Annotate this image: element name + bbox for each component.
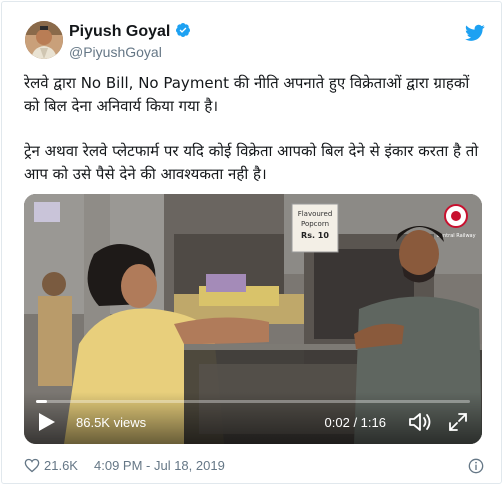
tweet-paragraph-1: रेलवे द्वारा No Bill, No Payment की नीति…: [24, 74, 470, 115]
author-handle[interactable]: @PiyushGoyal: [69, 44, 162, 60]
author-name-row: Piyush Goyal: [69, 22, 191, 42]
progress-bar[interactable]: [36, 400, 470, 403]
sign-text-1: Flavoured: [298, 210, 333, 218]
tweet-timestamp[interactable]: 4:09 PM - Jul 18, 2019: [94, 458, 225, 473]
view-count: 86.5K views: [76, 415, 147, 430]
avatar[interactable]: [25, 21, 63, 59]
tweet-paragraph-2: ट्रेन अथवा रेलवे प्लेटफार्म पर यदि कोई व…: [24, 142, 479, 183]
tweet-text: रेलवे द्वारा No Bill, No Payment की नीति…: [24, 72, 484, 186]
tweet-card: Piyush Goyal @PiyushGoyal रेलवे द्वारा N…: [1, 1, 502, 484]
tweet-header: Piyush Goyal @PiyushGoyal: [22, 19, 487, 65]
verified-badge-icon: [170, 22, 191, 42]
video-player[interactable]: Flavoured Popcorn Rs. 10 Central Railway: [24, 194, 482, 444]
video-time: 0:02 / 1:16: [324, 415, 386, 430]
tweet-footer: 21.6K 4:09 PM - Jul 18, 2019: [24, 457, 484, 477]
video-controls: 86.5K views 0:02 / 1:16: [24, 392, 482, 444]
sign-text-2: Popcorn: [301, 220, 329, 228]
progress-fill: [36, 400, 48, 403]
author-name[interactable]: Piyush Goyal: [69, 23, 170, 41]
sign-text-3: Rs. 10: [301, 231, 329, 240]
like-count[interactable]: 21.6K: [44, 458, 78, 473]
